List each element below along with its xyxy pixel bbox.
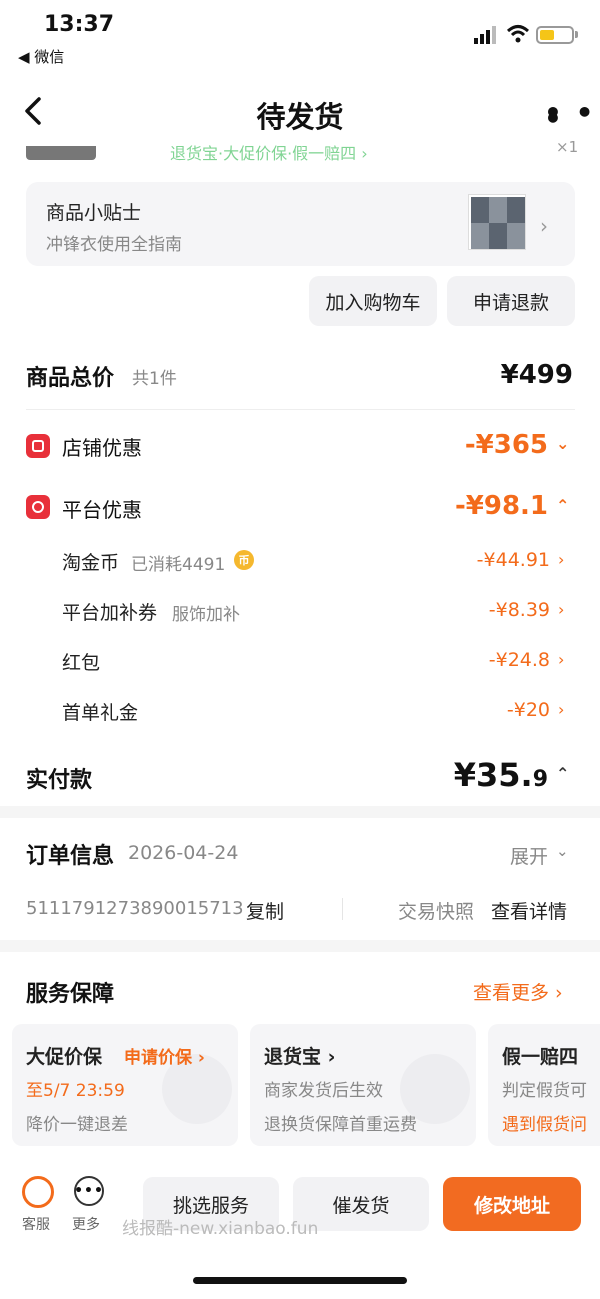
customer-service-label[interactable]: 客服 — [22, 1214, 50, 1234]
chevron-right-icon[interactable]: › — [558, 550, 564, 569]
item-count: 共1件 — [132, 369, 177, 389]
snapshot-link[interactable]: 交易快照 — [398, 897, 474, 924]
chevron-up-icon[interactable]: ⌃ — [556, 764, 569, 783]
platform-discount-value[interactable]: -¥98.1 — [455, 491, 548, 521]
discount-item-value[interactable]: -¥20 — [507, 699, 550, 721]
discount-item-label: 淘金币 — [62, 552, 120, 574]
paid-label: 实付款 — [26, 768, 93, 793]
chevron-up-icon[interactable]: ⌃ — [556, 496, 569, 515]
service-tags: 退货宝·大促价保·假一赔四 › — [170, 144, 368, 163]
service-card-counterfeit[interactable]: 假一赔四 判定假货可 遇到假货问 — [488, 1024, 600, 1146]
tips-thumbnail — [468, 194, 526, 250]
platform-badge-icon — [26, 495, 50, 519]
shop-badge-icon — [26, 434, 50, 458]
back-to-wechat-link[interactable]: ◀ 微信 — [18, 46, 64, 67]
customer-service-icon[interactable] — [22, 1176, 54, 1208]
copy-button[interactable]: 复制 — [246, 897, 284, 924]
battery-icon — [536, 26, 574, 44]
service-card-desc: 判定假货可 — [502, 1081, 587, 1101]
service-card-desc: 退换货保障首重运费 — [264, 1115, 417, 1135]
service-card-title: 大促价保 — [26, 1046, 103, 1068]
status-time: 13:37 — [44, 12, 115, 37]
more-icon[interactable]: ••• — [74, 1176, 104, 1206]
service-card-title: 退货宝 › — [264, 1046, 336, 1068]
total-price: ¥499 — [500, 360, 573, 390]
chevron-down-icon[interactable]: ⌄ — [556, 434, 569, 453]
divider — [342, 898, 343, 920]
paid-amount[interactable]: ¥35.9 — [454, 756, 548, 794]
request-refund-button[interactable]: 申请退款 — [447, 276, 575, 326]
discount-item-label: 红包 — [62, 652, 101, 674]
page-title: 待发货 — [256, 100, 344, 134]
chevron-right-icon[interactable]: › — [558, 600, 564, 619]
order-number: 5111791273890015713 — [26, 898, 244, 919]
discount-item-label: 首单礼金 — [62, 702, 139, 724]
shop-discount-label: 店铺优惠 — [62, 436, 142, 460]
total-label: 商品总价 — [26, 366, 115, 391]
service-card-desc: 降价一键退差 — [26, 1115, 128, 1135]
service-card-return-insurance[interactable]: 退货宝 › 商家发货后生效 退换货保障首重运费 — [250, 1024, 476, 1146]
discount-item-label: 平台加补券 — [62, 602, 158, 624]
paid-amount-decimal: 9 — [532, 767, 548, 792]
signal-icon — [474, 26, 496, 44]
coin-icon: 币 — [234, 550, 254, 570]
shop-discount-value[interactable]: -¥365 — [465, 430, 548, 460]
chevron-right-icon[interactable]: › — [558, 700, 564, 719]
tips-subtitle: 冲锋衣使用全指南 — [46, 235, 182, 255]
service-card-desc: 遇到假货问 — [502, 1115, 587, 1135]
watermark: 线报酷-new.xianbao.fun — [122, 1219, 319, 1239]
service-card-title: 假一赔四 — [502, 1046, 579, 1068]
expand-button[interactable]: 展开 — [510, 842, 548, 869]
service-card-deadline: 至5/7 23:59 — [26, 1081, 125, 1101]
more-label[interactable]: 更多 — [72, 1214, 100, 1234]
order-info-title: 订单信息 — [26, 844, 115, 869]
home-indicator[interactable] — [193, 1277, 407, 1284]
platform-discount-label: 平台优惠 — [62, 498, 142, 522]
service-card-price-protect[interactable]: 大促价保 申请价保 › 至5/7 23:59 降价一键退差 — [12, 1024, 238, 1146]
product-image[interactable] — [26, 146, 96, 160]
discount-item-note: 服饰加补 — [172, 605, 240, 625]
change-address-button[interactable]: 修改地址 — [443, 1177, 581, 1231]
view-more-link[interactable]: 查看更多 › — [473, 978, 563, 1005]
discount-item-note: 已消耗4491 — [131, 555, 226, 575]
chevron-down-icon[interactable]: ⌄ — [556, 842, 569, 860]
service-card-desc: 商家发货后生效 — [264, 1081, 383, 1101]
view-details-link[interactable]: 查看详情 — [491, 897, 567, 924]
service-title: 服务保障 — [26, 982, 115, 1007]
add-to-cart-button[interactable]: 加入购物车 — [309, 276, 437, 326]
discount-item-value[interactable]: -¥44.91 — [477, 549, 550, 571]
more-options-icon[interactable]: • • • — [544, 99, 600, 133]
divider — [26, 409, 575, 410]
apply-price-protect-link[interactable]: 申请价保 › — [124, 1043, 205, 1068]
chevron-right-icon[interactable]: › — [558, 650, 564, 669]
wifi-icon — [506, 25, 530, 43]
discount-item-value[interactable]: -¥8.39 — [489, 599, 550, 621]
tips-title: 商品小贴士 — [46, 202, 142, 224]
discount-item-value[interactable]: -¥24.8 — [489, 649, 550, 671]
paid-amount-main: ¥35. — [453, 756, 533, 794]
quantity-label: ×1 — [556, 138, 579, 156]
chevron-right-icon: › — [540, 214, 548, 238]
order-date: 2026-04-24 — [128, 842, 239, 864]
